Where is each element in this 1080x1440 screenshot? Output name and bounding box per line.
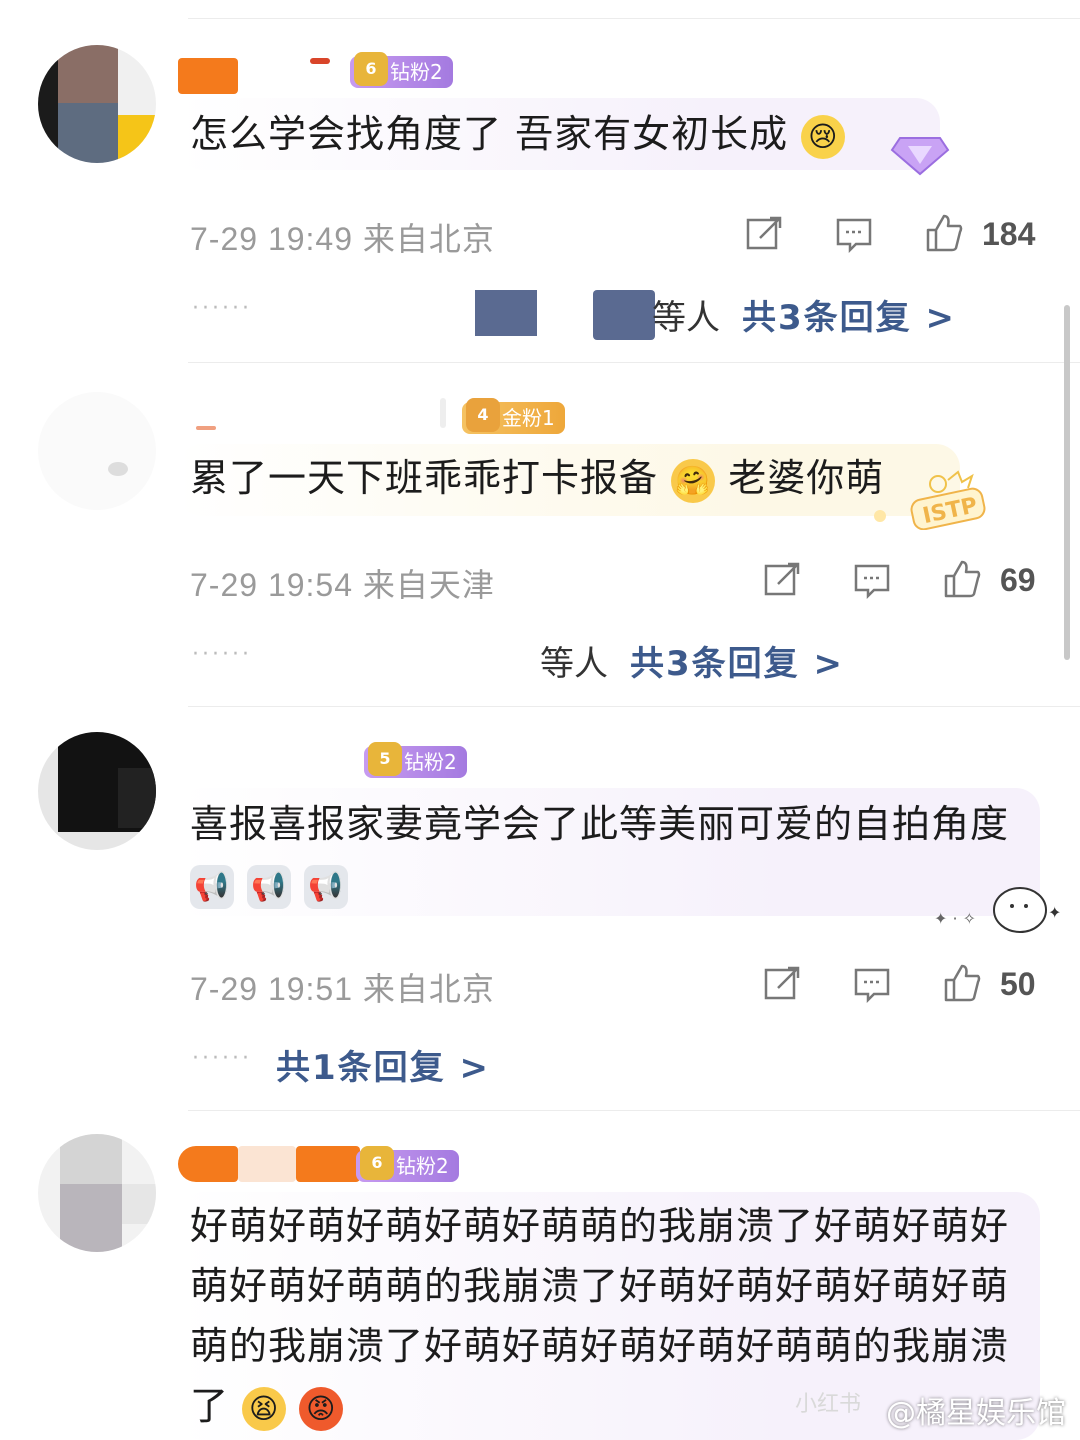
like-icon[interactable] [924, 212, 964, 252]
crown-icon: 6 [360, 1146, 394, 1180]
share-icon[interactable] [744, 214, 784, 254]
tired-face-icon: 😫 [242, 1386, 287, 1431]
scrollbar[interactable] [1064, 305, 1070, 660]
bear-sticker-icon: ✦ · ✧ ✦ [930, 878, 1061, 942]
reply-dots: ······ [192, 1046, 252, 1071]
fan-badge: 4 金粉1 [462, 398, 565, 434]
fan-badge: 5 钻粉2 [364, 742, 467, 778]
comment-text: 喜报喜报家妻竟学会了此等美丽可爱的自拍角度 📢 📢 📢 [190, 794, 1030, 914]
like-icon[interactable] [942, 558, 982, 598]
like-count: 50 [1000, 966, 1036, 1002]
istp-sticker: ISTP [848, 470, 988, 534]
reply-prefix: 等人 [540, 644, 608, 684]
crown-icon: 5 [368, 742, 402, 776]
hugging-face-icon: 🤗 [671, 458, 716, 503]
watermark: @橘星娱乐馆 [886, 1396, 1066, 1431]
like-icon[interactable] [942, 962, 982, 1002]
megaphone-icon: 📢 [190, 864, 234, 909]
avatar[interactable] [38, 392, 156, 510]
avatar[interactable] [38, 45, 156, 163]
view-replies-link[interactable]: 共3条回复 > [742, 290, 956, 339]
reply-dots: ······ [192, 296, 252, 321]
faint-watermark: 小红书 [795, 1392, 862, 1417]
crying-face-icon: 😢 [801, 114, 846, 159]
divider [188, 706, 1080, 707]
like-count: 69 [1000, 562, 1036, 598]
avatar-blurred [475, 290, 537, 336]
divider [188, 362, 1080, 363]
avatar-blurred [593, 290, 655, 340]
fan-badge: 6 钻粉2 [350, 52, 453, 88]
share-icon[interactable] [762, 964, 802, 1004]
divider [188, 1110, 1080, 1111]
like-count: 184 [982, 216, 1036, 252]
megaphone-icon: 📢 [304, 864, 349, 909]
diamond-icon [890, 128, 950, 182]
fan-badge: 6 钻粉2 [356, 1146, 459, 1182]
comment-icon[interactable] [852, 964, 892, 1004]
avatar[interactable] [38, 732, 156, 850]
reply-dots: ······ [192, 642, 252, 667]
crown-icon: 4 [466, 398, 500, 432]
view-replies-link[interactable]: 共1条回复 > [276, 1040, 490, 1089]
share-icon[interactable] [762, 560, 802, 600]
comment-icon[interactable] [834, 214, 874, 254]
timestamp-location: 7-29 19:54 来自天津 [190, 567, 495, 603]
svg-text:✦: ✦ [1048, 903, 1060, 922]
divider [188, 18, 1080, 19]
reply-prefix: 等人 [652, 298, 720, 338]
view-replies-link[interactable]: 共3条回复 > [630, 636, 844, 685]
crown-icon: 6 [354, 52, 388, 86]
comment-icon[interactable] [852, 560, 892, 600]
timestamp-location: 7-29 19:49 来自北京 [190, 221, 495, 257]
timestamp-location: 7-29 19:51 来自北京 [190, 971, 495, 1007]
megaphone-icon: 📢 [247, 864, 292, 909]
angry-face-icon: 😡 [299, 1386, 344, 1431]
svg-text:✦ · ✧: ✦ · ✧ [934, 909, 976, 928]
avatar[interactable] [38, 1134, 156, 1252]
